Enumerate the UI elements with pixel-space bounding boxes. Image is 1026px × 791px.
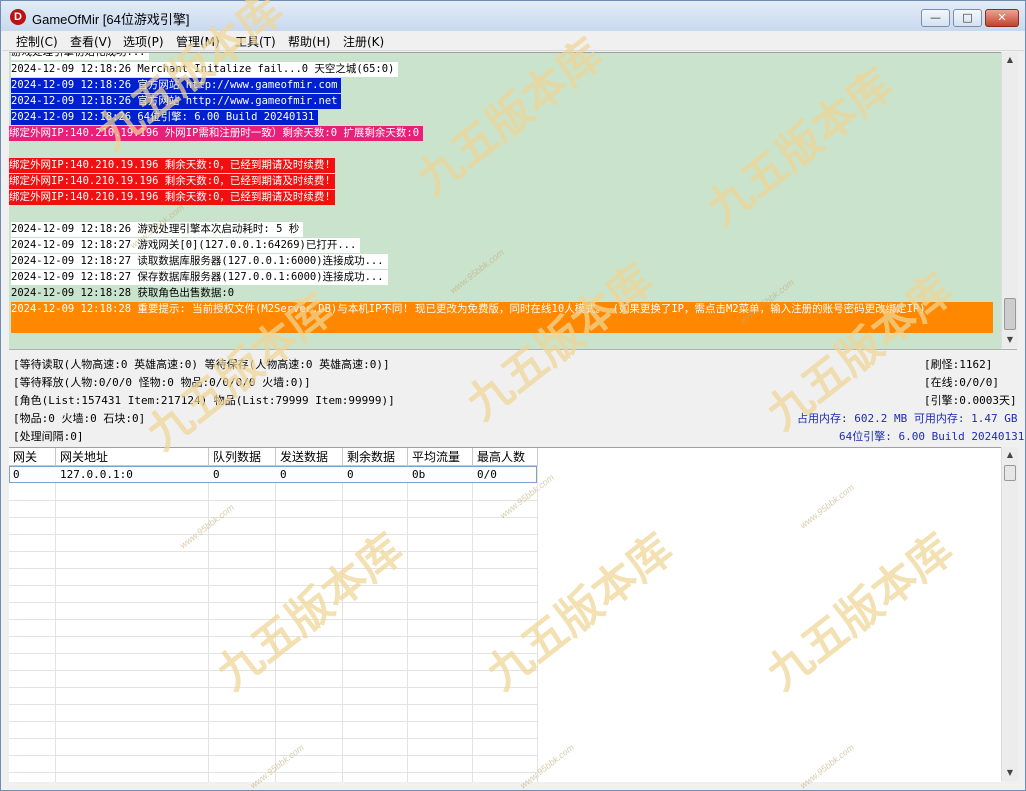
stat-interval: [处理间隔:0] — [13, 430, 84, 443]
log-panel[interactable]: 游戏处理引擎初始化成功... 2024-12-09 12:18:26 Merch… — [9, 52, 1001, 349]
scroll-up-icon[interactable]: ▲ — [1002, 447, 1018, 463]
grid-row-line — [9, 568, 537, 586]
log-line: 绑定外网IP:140.210.19.196 剩余天数:0，已经到期请及时续费! — [9, 190, 335, 205]
stat-wait-release: [等待释放(人物:0/0/0 怪物:0 物品:0/0/0/0 火墙:0)] — [13, 376, 311, 389]
log-line: 绑定外网IP:140.210.19.196 剩余天数:0，已经到期请及时续费! — [9, 158, 335, 173]
log-line: 2024-12-09 12:18:26 官方网站 http://www.game… — [11, 78, 342, 93]
log-line: 2024-12-09 12:18:27 游戏网关[0](127.0.0.1:64… — [11, 238, 361, 253]
minimize-icon: — — [930, 11, 941, 24]
stat-engine-time: [引擎:0.0003天] — [924, 394, 1017, 407]
grid-row-line — [9, 619, 537, 637]
cell-address: 127.0.0.1:0 — [60, 468, 133, 481]
grid-row-line — [9, 517, 537, 535]
grid-row-line — [9, 602, 537, 620]
log-line: 2024-12-09 12:18:27 读取数据库服务器(127.0.0.1:6… — [11, 254, 388, 269]
grid-row-line — [9, 755, 537, 773]
stat-online: [在线:0/0/0] — [924, 376, 999, 389]
scroll-down-icon[interactable]: ▼ — [1002, 332, 1018, 348]
gateway-table[interactable]: 网关 网关地址 队列数据 发送数据 剩余数据 平均流量 最高人数 0 127.0… — [9, 447, 1001, 782]
cell-queue: 0 — [213, 468, 220, 481]
grid-row-line — [9, 704, 537, 722]
status-panel: [等待读取(人物高速:0 英雄高速:0) 等待保存(人物高速:0 英雄高速:0)… — [9, 349, 1024, 444]
grid-row-line — [9, 534, 537, 552]
grid-row-line — [9, 721, 537, 739]
title-bar[interactable]: D GameOfMir [64位游戏引擎] — □ ✕ — [1, 1, 1025, 31]
scroll-up-icon[interactable]: ▲ — [1002, 52, 1018, 68]
grid-row-line — [9, 551, 537, 569]
minimize-button[interactable]: — — [921, 9, 950, 27]
column-header-gateway[interactable]: 网关 — [9, 448, 56, 466]
cell-max-users: 0/0 — [477, 468, 497, 481]
column-header-remaining[interactable]: 剩余数据 — [343, 448, 408, 466]
table-scrollbar[interactable]: ▲ ▼ — [1001, 447, 1018, 781]
stat-wait-read: [等待读取(人物高速:0 英雄高速:0) 等待保存(人物高速:0 英雄高速:0)… — [13, 358, 390, 371]
scroll-thumb[interactable] — [1004, 298, 1016, 330]
menu-register[interactable]: 注册(K) — [343, 33, 384, 50]
main-window: D GameOfMir [64位游戏引擎] — □ ✕ 控制(C) 查看(V) … — [0, 0, 1026, 791]
menu-manage[interactable]: 管理(M) — [176, 33, 220, 50]
menu-options[interactable]: 选项(P) — [123, 33, 164, 50]
cell-avg-flow: 0b — [412, 468, 426, 481]
close-button[interactable]: ✕ — [985, 9, 1019, 27]
stat-memory: 占用内存: 602.2 MB 可用内存: 1.47 GB — [797, 412, 1018, 425]
menu-tools[interactable]: 工具(T) — [235, 33, 276, 50]
log-line: 绑定外网IP:140.210.19.196 外网IP需和注册时一致）剩余天数:0… — [9, 126, 424, 141]
scroll-down-icon[interactable]: ▼ — [1002, 765, 1018, 781]
maximize-button[interactable]: □ — [953, 9, 982, 27]
grid-row-line — [9, 687, 537, 705]
log-line: 2024-12-09 12:18:26 64位引擎: 6.00 Build 20… — [11, 110, 319, 125]
menu-view[interactable]: 查看(V) — [70, 33, 112, 50]
stat-items: [物品:0 火墙:0 石块:0] — [13, 412, 146, 425]
log-scrollbar[interactable]: ▲ ▼ — [1001, 52, 1018, 348]
grid-row-line — [9, 738, 537, 756]
log-line-warning: 2024-12-09 12:18:28 重要提示: 当前授权文件(M2Serve… — [11, 302, 993, 333]
column-header-sent[interactable]: 发送数据 — [276, 448, 343, 466]
cell-sent: 0 — [280, 468, 287, 481]
stat-build: 64位引擎: 6.00 Build 20240131 — [839, 430, 1025, 443]
column-header-max-users[interactable]: 最高人数 — [473, 448, 538, 466]
scroll-thumb[interactable] — [1004, 465, 1016, 481]
menu-control[interactable]: 控制(C) — [16, 33, 58, 50]
stat-role: [角色(List:157431 Item:217124) 物品(List:799… — [13, 394, 395, 407]
maximize-icon: □ — [962, 11, 973, 24]
window-title: GameOfMir [64位游戏引擎] — [32, 12, 190, 27]
column-header-queue[interactable]: 队列数据 — [209, 448, 276, 466]
cell-gateway: 0 — [13, 468, 20, 481]
app-icon[interactable]: D — [10, 9, 26, 25]
column-header-address[interactable]: 网关地址 — [56, 448, 209, 466]
grid-row-line — [9, 585, 537, 603]
grid-row-line — [9, 772, 537, 782]
grid-row-line — [9, 653, 537, 671]
log-line: 2024-12-09 12:18:26 Merchant Initalize f… — [11, 62, 399, 77]
log-line: 2024-12-09 12:18:27 保存数据库服务器(127.0.0.1:6… — [11, 270, 388, 285]
log-line: 绑定外网IP:140.210.19.196 剩余天数:0，已经到期请及时续费! — [9, 174, 335, 189]
log-line: 游戏处理引擎初始化成功... — [11, 53, 150, 60]
stat-refresh: [刷怪:1162] — [924, 358, 993, 371]
column-header-avg-flow[interactable]: 平均流量 — [408, 448, 473, 466]
grid-row-line — [9, 500, 537, 518]
grid-row-line — [9, 483, 537, 501]
grid-row-line — [9, 636, 537, 654]
menu-help[interactable]: 帮助(H) — [288, 33, 330, 50]
menu-bar: 控制(C) 查看(V) 选项(P) 管理(M) 工具(T) 帮助(H) 注册(K… — [2, 31, 1024, 51]
log-line: 2024-12-09 12:18:26 游戏处理引擎本次启动耗时: 5 秒 — [11, 222, 304, 237]
log-line: 2024-12-09 12:18:26 官方网站 http://www.game… — [11, 94, 342, 109]
grid-row-line — [9, 670, 537, 688]
cell-remaining: 0 — [347, 468, 354, 481]
log-line: 2024-12-09 12:18:28 获取角色出售数据:0 — [11, 287, 235, 299]
close-icon: ✕ — [997, 11, 1007, 24]
